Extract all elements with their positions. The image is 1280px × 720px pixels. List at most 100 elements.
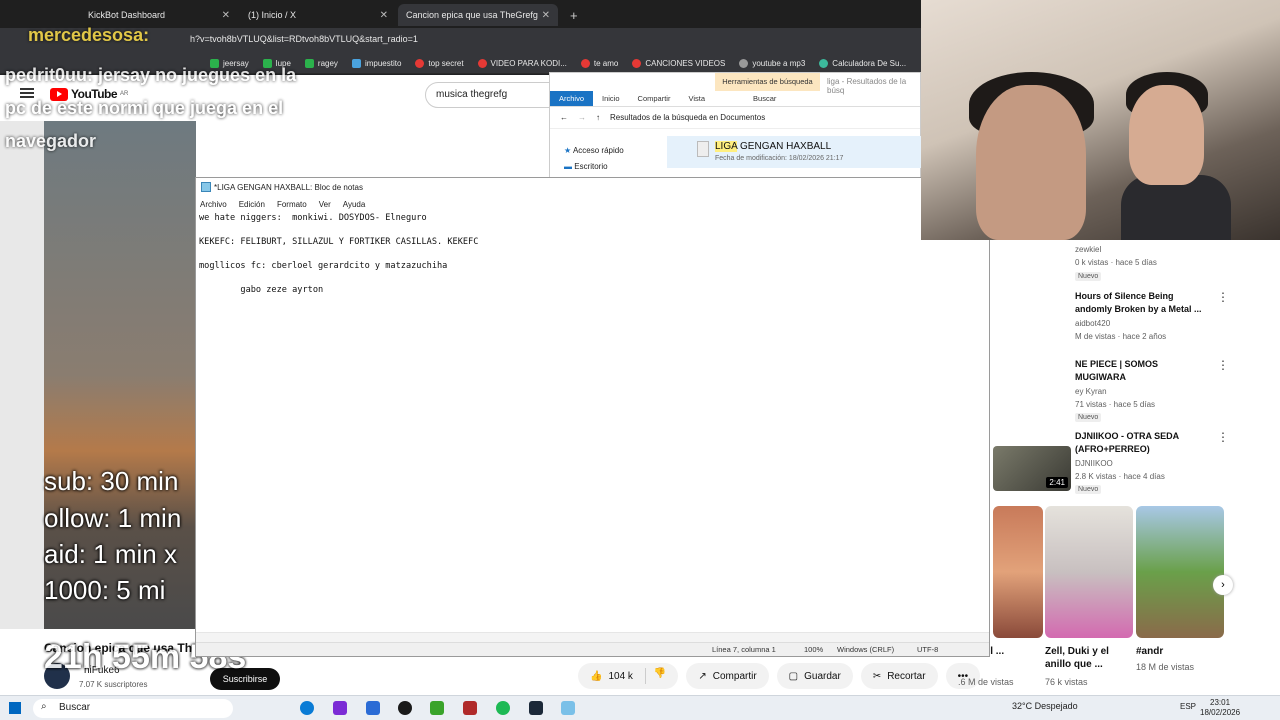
short-caption: #andr xyxy=(1136,646,1164,657)
rec-item[interactable]: Hours of Silence Being andomly Broken by… xyxy=(993,290,1233,350)
quick-access-item[interactable]: ★ Acceso rápido xyxy=(564,143,624,159)
app-icon[interactable] xyxy=(366,701,380,715)
ribbon-tab-inicio[interactable]: Inicio xyxy=(593,91,629,106)
ribbon-tab-compartir[interactable]: Compartir xyxy=(629,91,680,106)
url-text[interactable]: h?v=tvoh8bVTLUQ&list=RDtvoh8bVTLUQ&start… xyxy=(190,34,418,44)
scissors-icon: ✂ xyxy=(872,670,882,682)
short-thumbnail[interactable] xyxy=(993,506,1043,638)
windows-start-icon[interactable] xyxy=(9,702,21,714)
rec-item[interactable]: 2:41 DJNIIKOO - OTRA SEDA (AFRO+PERREO) … xyxy=(993,430,1233,500)
rec-meta: 2.8 K vistas · hace 4 días xyxy=(1075,472,1165,481)
notepad-text-area[interactable]: we hate niggers: monkiwi. DOSYDOS- Elneg… xyxy=(196,212,989,632)
rec-item[interactable]: NE PIECE | SOMOS MUGIWARA ey Kyran 71 vi… xyxy=(993,358,1233,422)
menu-archivo[interactable]: Archivo xyxy=(200,200,227,209)
taskbar: ⌕ Buscar 32°C Despejado ESP 23:01 18/02/20… xyxy=(0,695,1280,720)
more-icon[interactable]: ⋮ xyxy=(1217,358,1229,372)
menu-edicion[interactable]: Edición xyxy=(239,200,265,209)
notepad-icon xyxy=(201,182,211,192)
ribbon-tab-vista[interactable]: Vista xyxy=(679,91,714,106)
close-icon[interactable]: ✕ xyxy=(380,10,388,21)
bookmark-impuestito[interactable]: impuestito xyxy=(351,59,401,68)
search-tools-tab[interactable]: Herramientas de búsqueda xyxy=(715,73,820,91)
clip-button[interactable]: ✂ Recortar xyxy=(860,663,938,689)
chat-text: pc de este normi que juega en el xyxy=(5,98,284,118)
more-icon[interactable]: ⋮ xyxy=(1217,290,1229,304)
bookmark-ragey[interactable]: ragey xyxy=(304,59,338,68)
menu-ver[interactable]: Ver xyxy=(319,200,331,209)
chat-text: jersay no juegues en la xyxy=(98,65,297,85)
app-icon[interactable] xyxy=(333,701,347,715)
app-icon[interactable] xyxy=(463,701,477,715)
rec-channel: DJNIIKOO xyxy=(1075,459,1113,468)
rec-meta: 0 k vistas · hace 5 días xyxy=(1075,258,1157,267)
ribbon-tab-archivo[interactable]: Archivo xyxy=(550,91,594,106)
notepad-titlebar: *LIGA GENGAN HAXBALL: Bloc de notas xyxy=(196,178,989,196)
taskbar-search[interactable]: ⌕ Buscar xyxy=(33,699,233,718)
file-name: LIGA GENGAN HAXBALL xyxy=(715,141,831,152)
like-button[interactable]: 👍 104 k 👎 xyxy=(578,663,679,689)
explorer-titlebar: Herramientas de búsqueda liga - Resultad… xyxy=(550,73,920,95)
tab-label: (1) Inicio / X xyxy=(248,10,297,20)
menu-icon[interactable] xyxy=(20,88,34,98)
search-highlight: LIGA xyxy=(715,141,738,152)
tab-youtube[interactable]: Cancion epica que usa TheGrefg ✕ xyxy=(398,4,558,26)
chevron-right-icon[interactable]: › xyxy=(1213,575,1233,595)
spotify-icon[interactable] xyxy=(496,701,510,715)
rec-item[interactable]: zewkiel 0 k vistas · hace 5 días Nuevo xyxy=(993,240,1233,290)
close-icon[interactable]: ✕ xyxy=(222,10,230,21)
bookmark-te-amo[interactable]: te amo xyxy=(580,59,618,68)
explorer-sidebar: ★ Acceso rápido ▬ Escritorio xyxy=(564,143,624,175)
language-indicator[interactable]: ESP xyxy=(1180,702,1196,711)
clock[interactable]: 23:01 18/02/2026 xyxy=(1200,698,1240,718)
share-button[interactable]: ↗ Compartir xyxy=(686,663,769,689)
app-icon[interactable] xyxy=(430,701,444,715)
chat-message: pedrit0uu: jersay no juegues en la xyxy=(5,65,296,86)
more-icon[interactable]: ⋮ xyxy=(1217,430,1229,444)
zoom-level: 100% xyxy=(804,645,824,654)
thumbs-down-icon[interactable]: 👎 xyxy=(644,668,666,684)
desktop-item[interactable]: ▬ Escritorio xyxy=(564,159,624,175)
new-badge: Nuevo xyxy=(1075,272,1102,281)
close-icon[interactable]: ✕ xyxy=(542,10,550,21)
new-tab-button[interactable]: + xyxy=(562,4,582,26)
menu-formato[interactable]: Formato xyxy=(277,200,307,209)
save-label: Guardar xyxy=(804,670,841,682)
explorer-path-bar[interactable]: ← → ↑ Resultados de la búsqueda en Docum… xyxy=(550,107,920,129)
menu-ayuda[interactable]: Ayuda xyxy=(343,200,366,209)
notepad-title: *LIGA GENGAN HAXBALL: Bloc de notas xyxy=(214,182,363,192)
bookmark-calculadora[interactable]: Calculadora De Su... xyxy=(819,59,906,68)
share-icon: ↗ xyxy=(698,670,707,682)
rec-thumbnail[interactable]: 2:41 xyxy=(993,446,1071,491)
bookmark-canciones[interactable]: CANCIONES VIDEOS xyxy=(632,59,725,68)
weather-widget[interactable]: 32°C Despejado xyxy=(1012,701,1078,711)
taskbar-search-label: Buscar xyxy=(59,702,91,713)
bookmark-top-secret[interactable]: top secret xyxy=(415,59,464,68)
forward-arrow-icon[interactable]: → xyxy=(578,113,586,122)
text-line: we hate niggers: monkiwi. DOSYDOS- Elneg… xyxy=(199,213,427,223)
tab-kickbot[interactable]: KickBot Dashboard ✕ xyxy=(80,4,238,26)
steam-icon[interactable] xyxy=(529,701,543,715)
short-thumbnail[interactable] xyxy=(1136,506,1224,638)
file-explorer-window: Herramientas de búsqueda liga - Resultad… xyxy=(549,72,922,178)
obs-icon[interactable] xyxy=(398,701,412,715)
edge-icon[interactable] xyxy=(300,701,314,715)
back-arrow-icon[interactable]: ← xyxy=(560,113,568,122)
up-arrow-icon[interactable]: ↑ xyxy=(596,113,600,122)
search-result-file[interactable]: LIGA GENGAN HAXBALL Fecha de modificació… xyxy=(667,136,922,168)
notepad-taskbar-icon[interactable] xyxy=(561,701,575,715)
short-views: 18 M de vistas xyxy=(1136,662,1195,672)
text-line: KEKEFC: FELIBURT, SILLAZUL Y FORTIKER CA… xyxy=(199,237,479,247)
tab-x[interactable]: (1) Inicio / X ✕ xyxy=(240,4,396,26)
horizontal-scrollbar[interactable] xyxy=(196,632,989,642)
bookmark-video-kodi[interactable]: VIDEO PARA KODI... xyxy=(477,59,567,68)
line-ending: Windows (CRLF) xyxy=(837,645,895,654)
notepad-window: *LIGA GENGAN HAXBALL: Bloc de notas Arch… xyxy=(195,177,990,657)
short-thumbnail[interactable] xyxy=(1045,506,1133,638)
bookmark-icon: ▢ xyxy=(788,670,799,682)
bookmark-youtube-mp3[interactable]: youtube a mp3 xyxy=(739,59,805,68)
video-actions: 👍 104 k 👎 ↗ Compartir ▢ Guardar ✂ Recortar ••… xyxy=(578,663,981,689)
save-button[interactable]: ▢ Guardar xyxy=(776,663,853,689)
ribbon-tab-buscar[interactable]: Buscar xyxy=(744,91,785,106)
document-icon xyxy=(697,141,709,157)
file-date: Fecha de modificación: 18/02/2026 21:17 xyxy=(715,155,844,162)
